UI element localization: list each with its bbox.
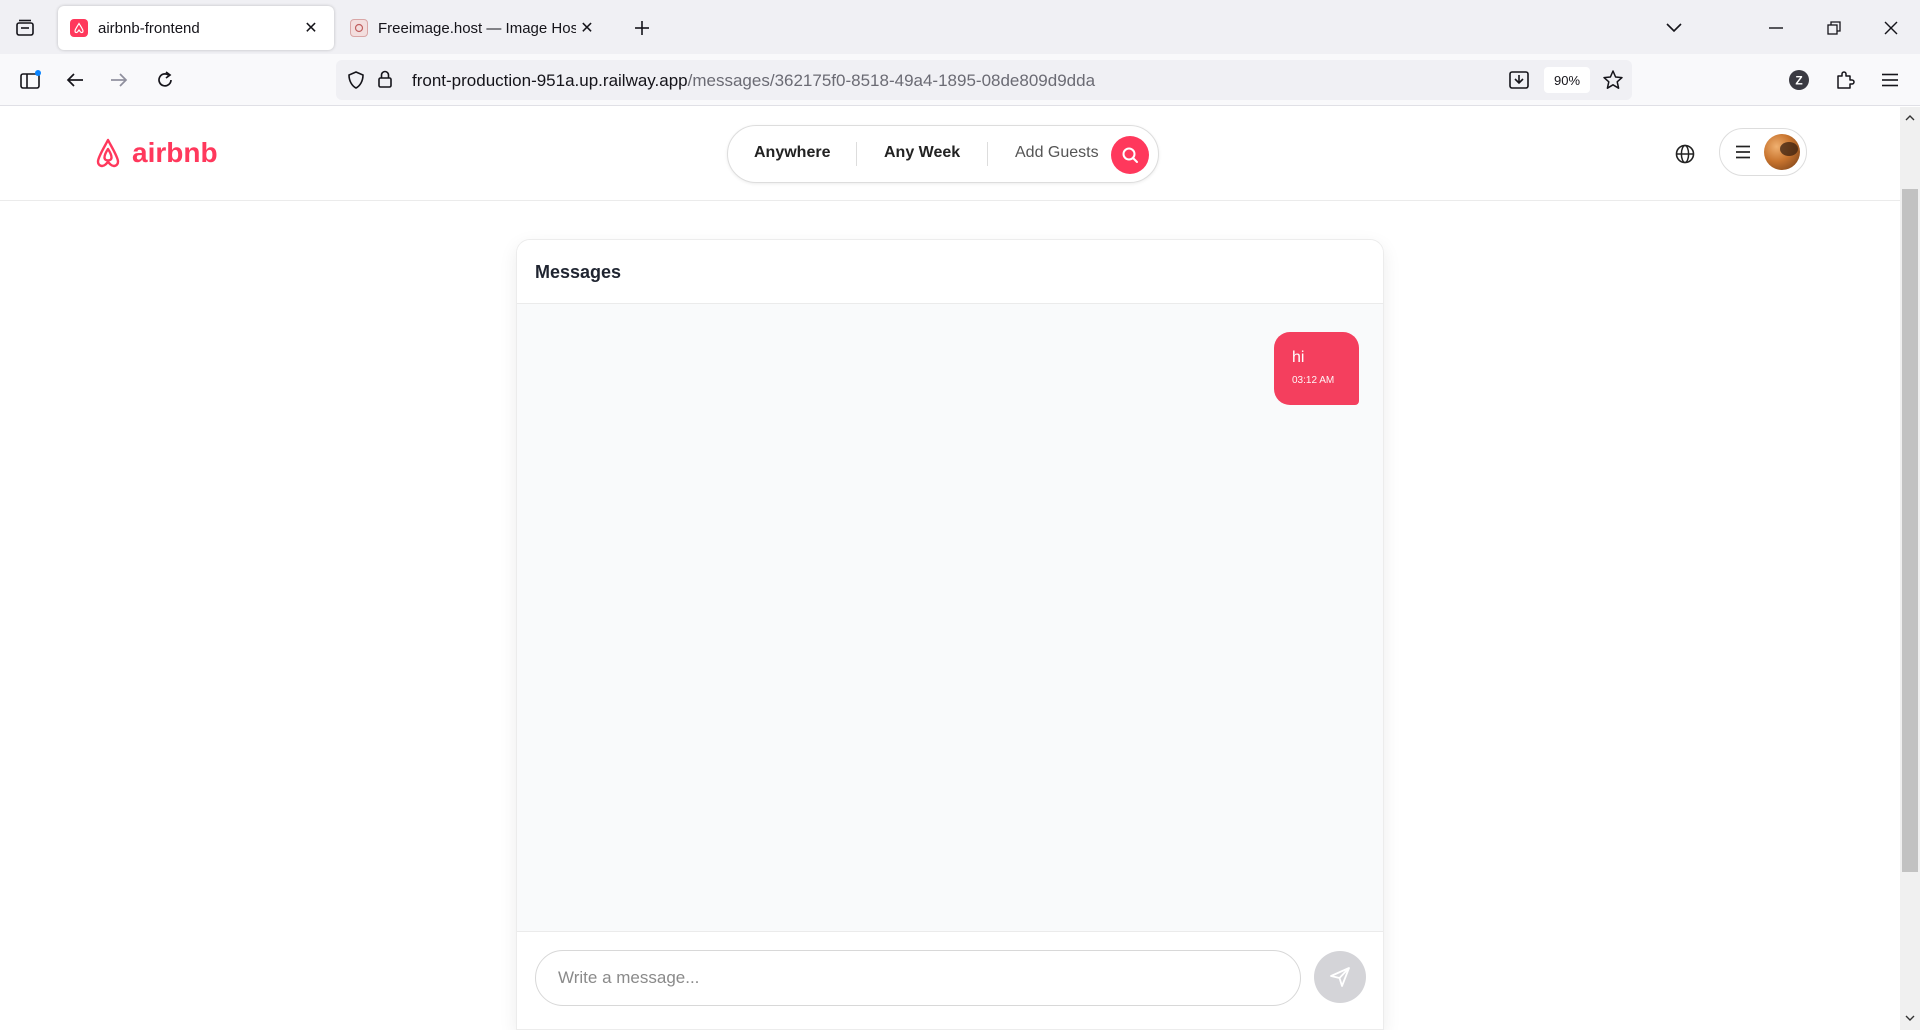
freeimage-favicon-icon	[350, 19, 368, 37]
search-icon	[1122, 147, 1138, 163]
anywhere-button[interactable]: Anywhere	[754, 144, 830, 162]
close-window-icon[interactable]	[1875, 12, 1907, 44]
send-icon	[1330, 967, 1350, 987]
menu-icon	[1736, 145, 1750, 159]
any-week-button[interactable]: Any Week	[884, 144, 960, 162]
download-icon[interactable]	[1508, 69, 1530, 96]
page-content: airbnb Anywhere Any Week Add Guests Mess…	[0, 107, 1900, 1030]
lock-icon[interactable]	[376, 69, 394, 94]
scroll-up-icon[interactable]	[1903, 111, 1917, 125]
url-host: front-production-951a.up.railway.app	[412, 71, 688, 90]
message-bubble-outgoing: hi 03:12 AM	[1274, 332, 1359, 405]
restore-icon[interactable]	[1818, 12, 1850, 44]
airbnb-logo-icon	[96, 138, 120, 168]
url-text[interactable]: front-production-951a.up.railway.app/mes…	[412, 71, 1095, 91]
back-arrow-icon[interactable]	[59, 64, 91, 96]
account-icon[interactable]: Z	[1783, 64, 1815, 96]
message-composer	[517, 931, 1383, 1029]
message-timestamp: 03:12 AM	[1292, 375, 1335, 386]
hamburger-icon[interactable]	[1874, 64, 1906, 96]
minimize-icon[interactable]	[1760, 12, 1792, 44]
message-text: hi	[1292, 349, 1305, 366]
star-icon[interactable]	[1602, 69, 1624, 96]
site-header: airbnb Anywhere Any Week Add Guests	[0, 107, 1900, 201]
close-tab-icon[interactable]: ✕	[300, 17, 322, 39]
search-button[interactable]	[1111, 136, 1149, 174]
scroll-down-icon[interactable]	[1903, 1011, 1917, 1025]
message-list[interactable]: hi 03:12 AM	[517, 304, 1383, 931]
scroll-thumb[interactable]	[1902, 189, 1918, 872]
reload-icon[interactable]	[149, 64, 181, 96]
close-tab-icon[interactable]: ✕	[576, 17, 598, 39]
message-input[interactable]	[535, 950, 1301, 1006]
search-bar[interactable]: Anywhere Any Week Add Guests	[727, 125, 1159, 183]
browser-nav-bar: front-production-951a.up.railway.app/mes…	[0, 54, 1920, 106]
airbnb-favicon-icon	[70, 19, 88, 37]
list-all-tabs-chevron-icon[interactable]	[1658, 12, 1690, 44]
forward-arrow-icon[interactable]	[103, 64, 135, 96]
send-button[interactable]	[1314, 951, 1366, 1003]
page-scrollbar[interactable]	[1900, 107, 1920, 1030]
tab-airbnb-frontend[interactable]: airbnb-frontend ✕	[58, 6, 334, 50]
url-path: /messages/362175f0-8518-49a4-1895-08de80…	[687, 71, 1096, 90]
user-menu-button[interactable]	[1719, 128, 1807, 176]
airbnb-logo[interactable]: airbnb	[94, 137, 218, 169]
tab-freeimage[interactable]: Freeimage.host — Image Hosting ✕	[338, 6, 610, 50]
page-title: Messages	[535, 262, 622, 282]
puzzle-icon[interactable]	[1829, 64, 1861, 96]
tab-list-icon[interactable]	[10, 13, 40, 43]
avatar	[1764, 134, 1800, 170]
globe-icon[interactable]	[1670, 139, 1700, 169]
divider	[987, 142, 988, 166]
shield-icon[interactable]	[346, 70, 366, 95]
sidebar-icon[interactable]	[14, 64, 46, 96]
add-guests-button[interactable]: Add Guests	[1015, 144, 1099, 162]
zoom-level-badge[interactable]: 90%	[1544, 67, 1590, 93]
url-bar[interactable]: front-production-951a.up.railway.app/mes…	[336, 60, 1632, 100]
svg-text:Z: Z	[1795, 74, 1802, 88]
tab-title: airbnb-frontend	[98, 19, 200, 37]
tab-title: Freeimage.host — Image Hosting	[378, 19, 576, 37]
messages-header: Messages	[517, 240, 1383, 304]
new-tab-icon[interactable]	[628, 14, 656, 42]
messages-panel: Messages hi 03:12 AM	[516, 239, 1384, 1030]
divider	[856, 142, 857, 166]
logo-text: airbnb	[132, 137, 218, 168]
browser-tab-bar: airbnb-frontend ✕ Freeimage.host — Image…	[0, 0, 1920, 54]
